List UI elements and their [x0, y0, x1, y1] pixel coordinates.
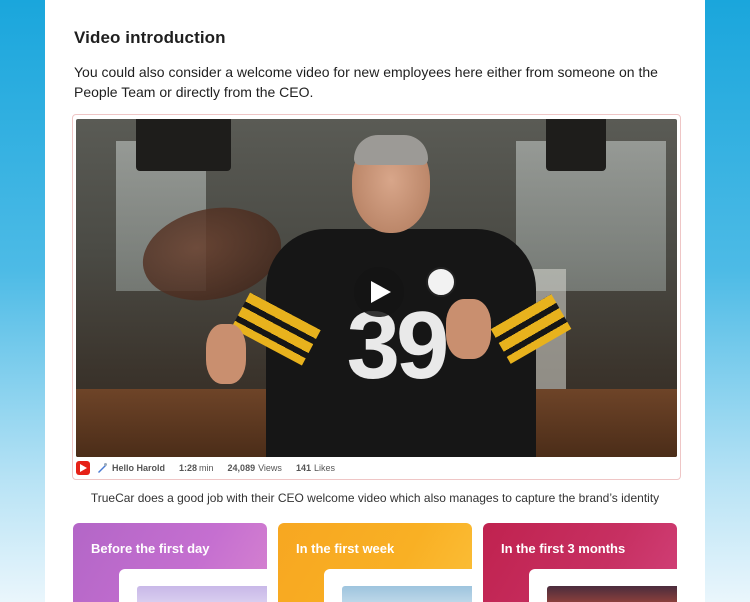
video-author[interactable]: Hello Harold	[112, 463, 165, 473]
stage-card-thumbnail	[342, 586, 472, 602]
video-likes-count: 141	[295, 463, 311, 473]
stage-card-preview	[324, 569, 472, 602]
video-duration-unit: min	[199, 463, 214, 473]
youtube-icon[interactable]	[76, 461, 90, 475]
author-avatar-icon	[96, 462, 108, 474]
play-button[interactable]	[354, 267, 404, 317]
person-hair	[354, 135, 428, 165]
stage-card-label: Before the first day	[91, 541, 210, 556]
video-duration: 1:28	[179, 463, 198, 473]
stage-card-preview	[529, 569, 677, 602]
stage-card-preview	[119, 569, 267, 602]
stage-card-thumbnail	[137, 586, 267, 602]
video-embed-card[interactable]: 39 Hello Harold 1:28 min 24,089 Views 14…	[72, 114, 681, 480]
stage-card-label: In the first 3 months	[501, 541, 626, 556]
stage-card-before-first-day[interactable]: Before the first day	[73, 523, 267, 602]
video-meta-bar: Hello Harold 1:28 min 24,089 Views 141 L…	[76, 458, 676, 478]
section-intro: You could also consider a welcome video …	[74, 64, 658, 100]
section-title: Video introduction	[74, 28, 226, 47]
stage-card-first-week[interactable]: In the first week	[278, 523, 472, 602]
stage-card-label: In the first week	[296, 541, 395, 556]
play-icon	[371, 281, 391, 303]
stage-card-first-3-months[interactable]: In the first 3 months	[483, 523, 677, 602]
video-likes-label: Likes	[313, 463, 335, 473]
stage-card-thumbnail	[547, 586, 677, 602]
video-caption: TrueCar does a good job with their CEO w…	[90, 491, 660, 505]
left-hand	[206, 324, 246, 384]
pendant-lamp	[136, 119, 231, 171]
video-views-label: Views	[258, 463, 282, 473]
pendant-lamp	[546, 119, 606, 171]
video-thumbnail[interactable]: 39	[76, 119, 677, 457]
video-views-count: 24,089	[227, 463, 256, 473]
content-page: Video introduction You could also consid…	[45, 0, 705, 602]
